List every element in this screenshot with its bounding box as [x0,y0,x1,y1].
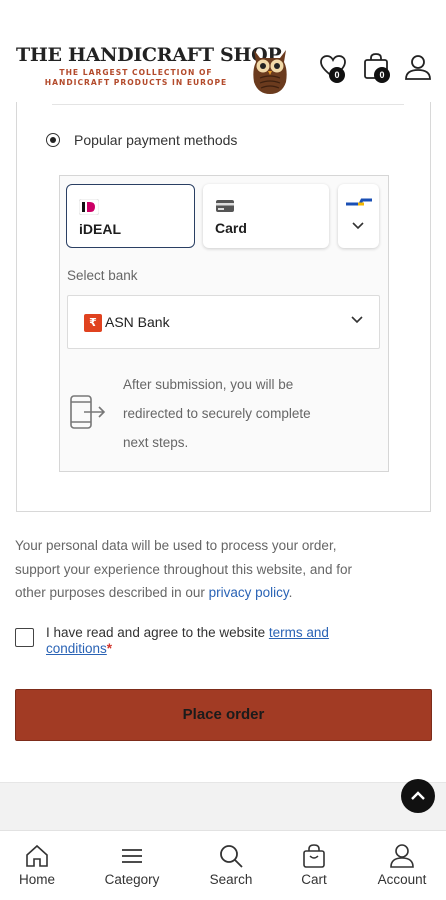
chevron-down-icon [351,316,363,324]
chevron-down-icon [352,222,364,230]
radio-selected-dot [50,137,56,143]
privacy-notice: Your personal data will be used to proce… [15,538,352,600]
owl-logo-icon [253,50,287,94]
popular-methods-label: Popular payment methods [74,132,238,148]
redirect-device-icon [70,395,106,429]
more-methods-icon [346,198,372,206]
nav-cart[interactable]: Cart [274,831,354,900]
tab-card[interactable]: Card [203,184,329,248]
terms-checkbox[interactable] [15,628,34,647]
select-bank-label: Select bank [67,268,138,283]
wishlist-count-badge: 0 [329,67,345,83]
place-order-button[interactable]: Place order [15,689,432,741]
nav-account-label: Account [377,872,427,887]
cart-count-badge: 0 [374,67,390,83]
asn-bank-logo-icon: ₹ [84,314,102,332]
menu-icon [122,849,142,863]
account-icon [390,844,414,868]
nav-search-label: Search [209,872,253,887]
search-icon [220,845,243,868]
site-header: THE HANDICRAFT SHOP THE LARGEST COLLECTI… [0,14,446,102]
chevron-up-icon [411,791,425,800]
bank-select-dropdown[interactable]: ₹ ASN Bank [67,295,380,349]
brand-subtitle: THE LARGEST COLLECTION OF HANDICRAFT PRO… [44,68,228,87]
nav-search[interactable]: Search [191,831,271,900]
home-icon [26,844,48,867]
nav-home[interactable]: Home [0,831,77,900]
privacy-policy-link[interactable]: privacy policy [209,585,289,600]
redirect-notice: After submission, you will be redirected… [123,377,311,450]
card-icon [216,200,234,212]
selected-bank-value: ASN Bank [105,314,170,330]
nav-cart-label: Cart [301,872,327,887]
nav-category-label: Category [104,872,160,887]
status-strip [0,0,446,14]
nav-home-label: Home [18,872,55,887]
ideal-icon [79,199,99,215]
tab-more-methods[interactable] [338,184,379,248]
tab-card-label: Card [215,220,247,236]
payment-option-radio-row[interactable]: Popular payment methods [46,132,237,148]
footer-band [0,782,446,830]
nav-account[interactable]: Account [362,831,442,900]
terms-label: I have read and agree to the website ter… [46,625,329,656]
tab-ideal-label: iDEAL [79,221,121,237]
popular-methods-radio[interactable] [46,133,60,147]
tab-ideal[interactable]: iDEAL [66,184,195,248]
conditions-link[interactable]: conditions [46,641,107,656]
terms-link[interactable]: terms and [269,625,329,640]
user-icon[interactable] [403,52,433,82]
scroll-to-top-button[interactable] [401,779,435,813]
nav-category[interactable]: Category [92,831,172,900]
cart-icon [303,844,325,868]
divider [52,104,404,105]
required-mark: * [106,641,113,656]
bottom-navigation: Home Category Search Cart Account [0,830,446,900]
